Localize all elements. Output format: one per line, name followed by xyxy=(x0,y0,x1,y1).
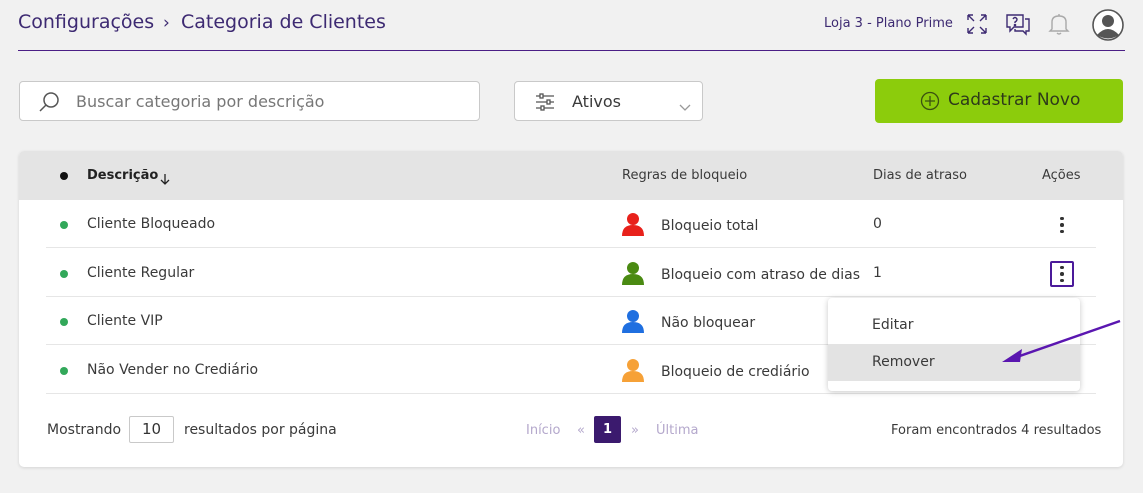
annotation-arrow-icon xyxy=(1002,319,1121,362)
